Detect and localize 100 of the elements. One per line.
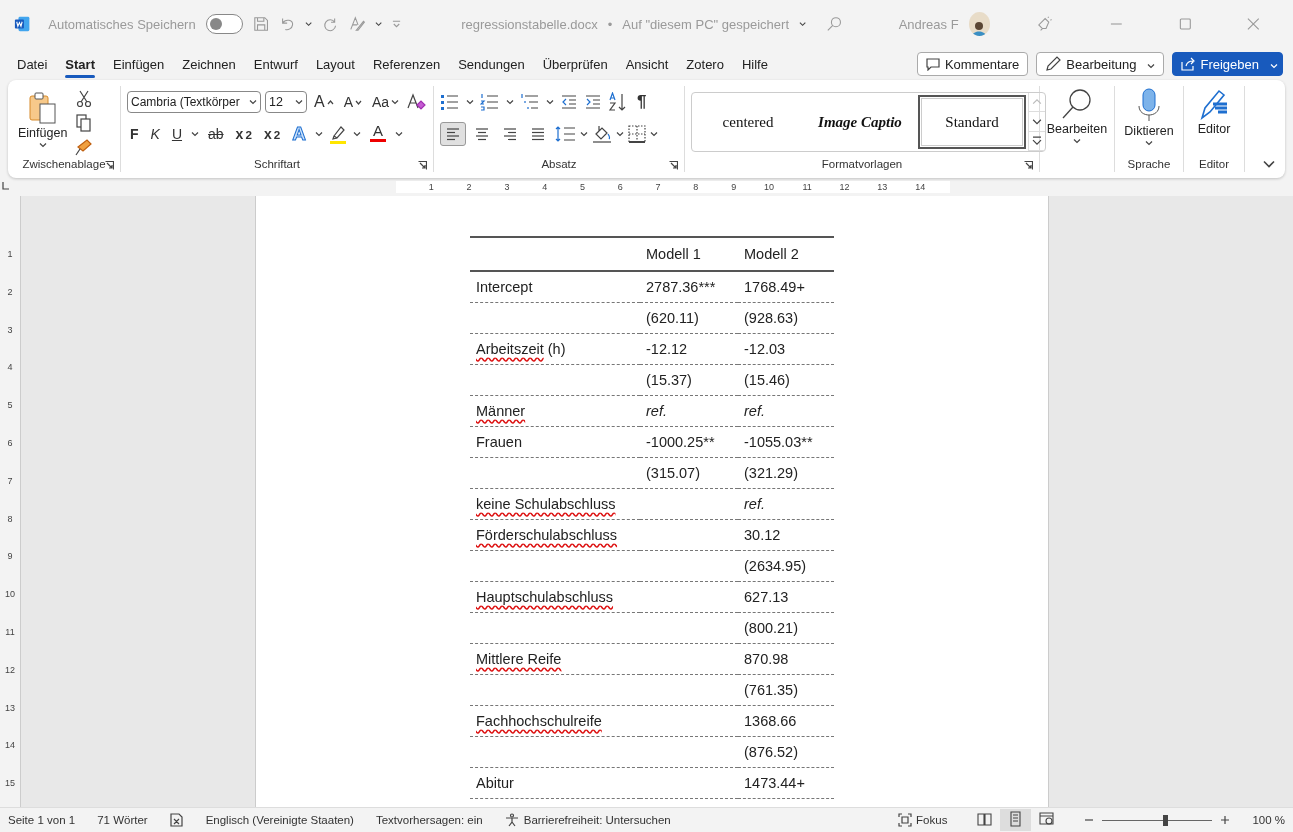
scissors-icon[interactable] bbox=[76, 90, 93, 108]
editor-button[interactable]: Editor bbox=[1193, 86, 1235, 156]
text-predictions[interactable]: Textvorhersagen: ein bbox=[375, 814, 483, 826]
caret-icon[interactable] bbox=[314, 131, 323, 137]
zoom-in-icon[interactable] bbox=[1220, 815, 1231, 825]
strikethrough-button[interactable]: ab bbox=[205, 122, 227, 146]
dialog-launcher-icon[interactable] bbox=[418, 161, 427, 170]
caret-icon[interactable] bbox=[466, 99, 474, 105]
menu-tab[interactable]: Referenzen bbox=[363, 50, 450, 78]
caret-icon[interactable] bbox=[394, 131, 403, 137]
find-button[interactable]: Bearbeiten bbox=[1042, 86, 1112, 156]
caret-icon bbox=[305, 21, 313, 27]
menu-tab[interactable]: Zotero bbox=[677, 50, 733, 78]
decrease-indent-icon[interactable] bbox=[560, 93, 578, 111]
caret-icon[interactable] bbox=[191, 131, 200, 137]
table-cell: ref. bbox=[640, 395, 738, 427]
word-logo-icon[interactable] bbox=[14, 15, 31, 33]
accessibility-status[interactable]: Barrierefreiheit: Untersuchen bbox=[504, 813, 671, 827]
style-option[interactable]: Image Captio bbox=[806, 95, 914, 149]
grow-font-button[interactable]: A bbox=[311, 90, 337, 114]
save-icon[interactable] bbox=[252, 15, 269, 33]
word-count[interactable]: 71 Wörter bbox=[97, 814, 148, 826]
show-formatting-marks-button[interactable]: ¶ bbox=[634, 90, 650, 114]
avatar[interactable] bbox=[968, 12, 991, 36]
font-color-button[interactable]: A bbox=[366, 122, 389, 146]
zoom-level[interactable]: 100 % bbox=[1252, 814, 1285, 826]
caret-icon[interactable] bbox=[650, 131, 658, 137]
collapse-ribbon-icon[interactable] bbox=[1263, 160, 1275, 168]
caret-icon[interactable] bbox=[546, 99, 554, 105]
italic-button[interactable]: K bbox=[147, 122, 163, 146]
horizontal-ruler[interactable]: 1 2 3 4 5 6 7 8 9 10 11 12 13 14 bbox=[396, 181, 950, 193]
editing-mode-button[interactable]: Bearbeitung bbox=[1036, 52, 1165, 76]
table-cell: (15.37) bbox=[640, 364, 738, 396]
menu-tab[interactable]: Hilfe bbox=[732, 50, 777, 78]
autosave-label: Automatisches Speichern bbox=[48, 16, 196, 32]
format-painter-icon[interactable] bbox=[75, 138, 94, 156]
sort-icon[interactable] bbox=[608, 92, 628, 112]
caret-icon bbox=[1147, 62, 1156, 69]
style-option[interactable]: Standard bbox=[918, 95, 1026, 149]
table-cell: (928.63) bbox=[738, 302, 834, 334]
page-count[interactable]: Seite 1 von 1 bbox=[8, 814, 76, 826]
table-cell: -1000.25** bbox=[640, 426, 738, 458]
borders-icon[interactable] bbox=[628, 125, 646, 143]
caret-icon[interactable] bbox=[616, 131, 624, 137]
dialog-launcher-icon[interactable] bbox=[105, 161, 114, 170]
focus-mode[interactable]: Fokus bbox=[898, 813, 948, 827]
table-cell: 1768.49+ bbox=[738, 271, 834, 303]
style-option[interactable]: centered bbox=[694, 95, 802, 149]
bold-button[interactable]: F bbox=[127, 122, 142, 146]
underline-button[interactable]: U bbox=[168, 122, 186, 146]
dialog-launcher-icon[interactable] bbox=[669, 161, 678, 170]
menu-tab[interactable]: Zeichnen bbox=[173, 50, 245, 78]
proofing-icon[interactable] bbox=[169, 813, 184, 827]
zoom-slider-thumb[interactable] bbox=[1163, 814, 1169, 826]
copy-icon[interactable] bbox=[76, 114, 93, 132]
menu-tab[interactable]: Überprüfen bbox=[533, 50, 617, 78]
dialog-launcher-icon[interactable] bbox=[1024, 161, 1033, 170]
menu-tab[interactable]: Entwurf bbox=[244, 50, 307, 78]
comment-icon bbox=[925, 57, 940, 71]
share-button[interactable]: Freigeben bbox=[1172, 52, 1283, 76]
caret-icon[interactable] bbox=[580, 131, 588, 137]
paste-button[interactable]: Einfügen bbox=[14, 86, 72, 156]
autosave-toggle[interactable] bbox=[205, 14, 243, 34]
language[interactable]: Englisch (Vereinigte Staaten) bbox=[205, 814, 354, 826]
caret-icon[interactable] bbox=[799, 21, 807, 27]
table-cell: Abitur bbox=[470, 767, 640, 799]
shading-icon[interactable] bbox=[592, 124, 612, 144]
caret-icon[interactable] bbox=[352, 131, 361, 137]
font-size-dropdown[interactable]: 12 bbox=[265, 91, 307, 113]
comments-button[interactable]: Kommentare bbox=[916, 52, 1029, 76]
caret-icon bbox=[1145, 140, 1153, 146]
table-cell: Fachhochschulreife bbox=[470, 705, 640, 737]
menu-tab[interactable]: Layout bbox=[306, 50, 364, 78]
table-cell: 2787.36*** bbox=[640, 271, 738, 303]
increase-indent-icon[interactable] bbox=[584, 93, 602, 111]
group-label: Sprache bbox=[1127, 158, 1171, 170]
numbering-icon[interactable] bbox=[480, 93, 500, 111]
group-label: Editor bbox=[1198, 158, 1229, 170]
highlighter-icon[interactable] bbox=[328, 124, 347, 144]
menu-tab[interactable]: Ansicht bbox=[616, 50, 678, 78]
menu-tab[interactable]: Sendungen bbox=[449, 50, 534, 78]
font-name-dropdown[interactable]: Cambria (Textkörper bbox=[127, 91, 261, 113]
tab-stop-icon[interactable] bbox=[0, 181, 10, 191]
pen-icon bbox=[1199, 88, 1229, 120]
caret-icon[interactable] bbox=[506, 99, 514, 105]
menu-tab[interactable]: Einfügen bbox=[104, 50, 174, 78]
menu-tab[interactable]: Datei bbox=[8, 50, 57, 78]
print-view-button[interactable] bbox=[1000, 809, 1032, 831]
shrink-font-button[interactable]: A bbox=[340, 90, 365, 114]
line-spacing-icon[interactable] bbox=[554, 125, 576, 143]
menu-tab[interactable]: Start bbox=[56, 50, 104, 78]
bullets-icon[interactable] bbox=[440, 93, 460, 111]
multilevel-list-icon[interactable] bbox=[520, 93, 540, 111]
caret-icon bbox=[295, 99, 303, 105]
clear-formatting-icon[interactable] bbox=[406, 92, 427, 112]
group-label: Zwischenablage bbox=[22, 158, 106, 170]
change-case-button[interactable]: Aa bbox=[369, 90, 403, 114]
dictate-button[interactable]: Diktieren bbox=[1120, 86, 1178, 156]
align-left-button[interactable] bbox=[440, 122, 466, 146]
table-cell: (800.21) bbox=[738, 612, 834, 644]
